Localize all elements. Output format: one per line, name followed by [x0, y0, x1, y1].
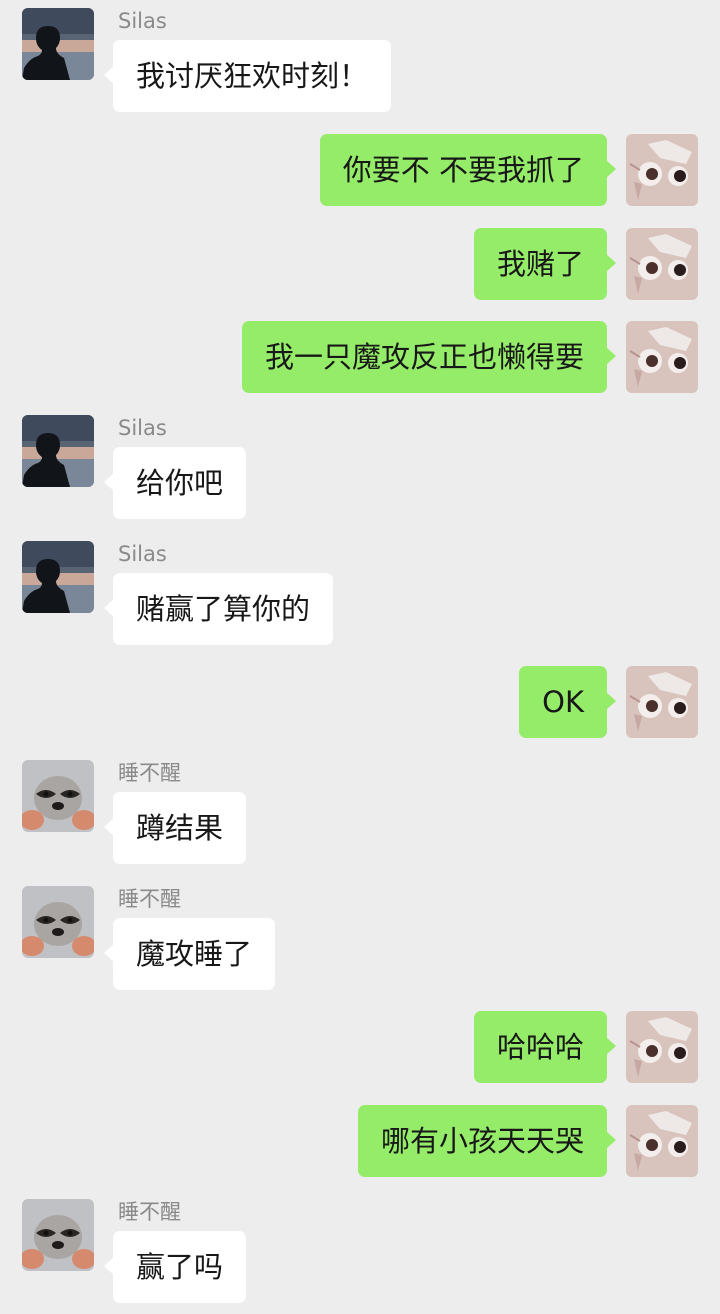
cat-face-avatar[interactable] [626, 1011, 698, 1083]
message-bubble[interactable]: OK [519, 666, 616, 738]
cat-face-avatar[interactable] [626, 1105, 698, 1177]
cat-face-avatar[interactable] [626, 228, 698, 300]
message-bubble[interactable]: 我一只魔攻反正也懒得要 [241, 321, 617, 393]
raccoon-avatar[interactable] [22, 760, 94, 832]
message-bubble[interactable]: 赢了吗 [103, 1231, 247, 1303]
cat-face-avatar[interactable] [626, 321, 698, 393]
sender-name: Silas [118, 542, 167, 566]
message-bubble[interactable]: 哈哈哈 [473, 1011, 617, 1083]
message-bubble[interactable]: 我讨厌狂欢时刻！ [103, 40, 392, 112]
message-bubble[interactable]: 我赌了 [473, 228, 617, 300]
silhouette-sunset-avatar[interactable] [22, 541, 94, 613]
sender-name: Silas [118, 9, 167, 33]
raccoon-avatar[interactable] [22, 1199, 94, 1271]
cat-face-avatar[interactable] [626, 666, 698, 738]
cat-face-avatar[interactable] [626, 134, 698, 206]
message-bubble[interactable]: 哪有小孩天天哭 [357, 1105, 617, 1177]
message-bubble[interactable]: 赌赢了算你的 [103, 573, 334, 645]
message-bubble[interactable]: 给你吧 [103, 447, 247, 519]
message-bubble[interactable]: 蹲结果 [103, 792, 247, 864]
silhouette-sunset-avatar[interactable] [22, 8, 94, 80]
message-bubble[interactable]: 你要不 不要我抓了 [319, 134, 617, 206]
raccoon-avatar[interactable] [22, 886, 94, 958]
sender-name: 睡不醒 [118, 761, 181, 785]
sender-name: 睡不醒 [118, 887, 181, 911]
sender-name: Silas [118, 416, 167, 440]
silhouette-sunset-avatar[interactable] [22, 415, 94, 487]
sender-name: 睡不醒 [118, 1200, 181, 1224]
message-bubble[interactable]: 魔攻睡了 [103, 918, 276, 990]
